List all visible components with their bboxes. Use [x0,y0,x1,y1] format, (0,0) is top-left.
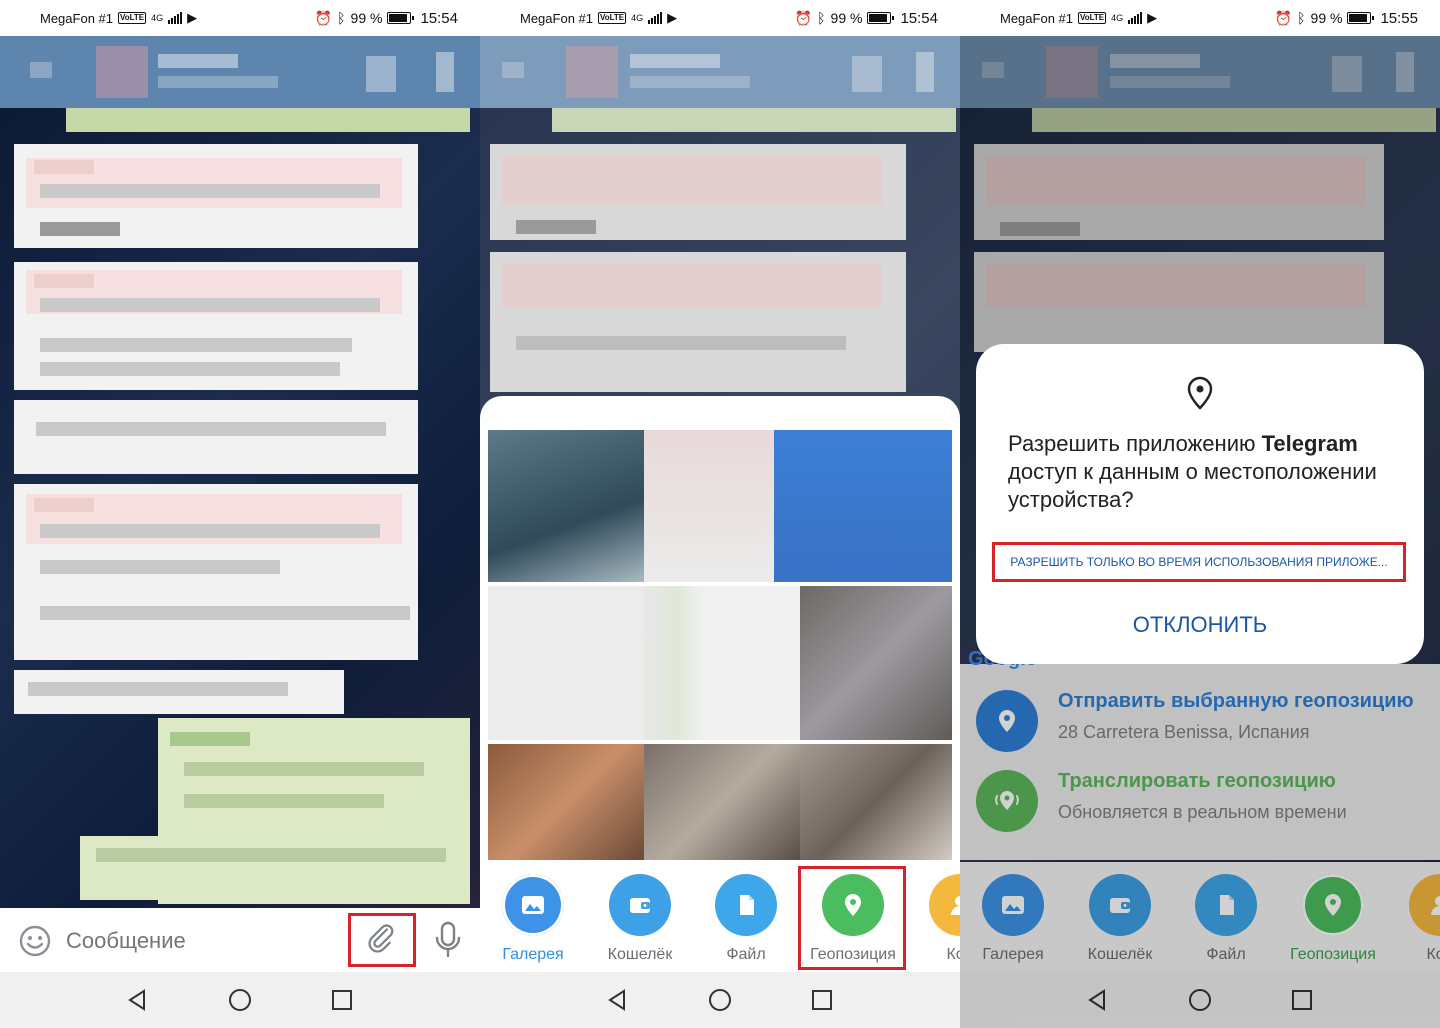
battery-percent: 99 % [350,10,383,26]
gallery-thumbnail[interactable] [774,430,952,582]
attach-gallery-button[interactable]: Галерея [483,874,583,964]
gallery-thumbnail[interactable] [800,586,952,740]
chat-screen-panel: MegaFon #1 VoLTE 4G ▶ ⏰ ᛒ 99 % 15:54 [0,0,480,1028]
status-bar: MegaFon #1 VoLTE 4G ▶ ⏰ ᛒ 99 % 15:54 [0,0,480,36]
gallery-thumbnail[interactable] [644,586,800,740]
home-nav-icon[interactable] [708,988,732,1012]
volte-badge: VoLTE [118,12,147,24]
network-type: 4G [631,13,644,23]
attach-contact-button[interactable]: Кон [910,874,960,964]
location-permission-panel: MegaFon #1 VoLTE 4G ▶ ⏰ ᛒ 99 % 15:55 Goo… [960,0,1440,1028]
bluetooth-icon: ᛒ [1297,10,1306,26]
message-bubble [490,144,906,240]
recents-nav-icon[interactable] [811,989,833,1011]
bluetooth-icon: ᛒ [817,10,826,26]
clock: 15:54 [900,9,938,27]
wallet-icon [609,874,671,936]
allow-while-using-button[interactable]: РАЗРЕШИТЬ ТОЛЬКО ВО ВРЕМЯ ИСПОЛЬЗОВАНИЯ … [992,542,1406,582]
chat-header-blurred [480,36,960,108]
location-pin-icon [1187,376,1213,410]
home-nav-icon[interactable] [228,988,252,1012]
file-icon [715,874,777,936]
battery-percent: 99 % [1310,10,1343,26]
attach-label: Кошелёк [607,946,673,963]
pinned-message-bar [552,108,956,132]
message-bubble[interactable] [14,144,418,248]
message-bubble [490,252,906,392]
gallery-thumbnail[interactable] [800,744,952,860]
dialog-title-suffix: доступ к данным о местоположении устройс… [1008,459,1377,512]
signal-icon [648,12,663,24]
signal-icon [168,12,183,24]
attach-label: Кон [946,946,960,963]
paperclip-icon [368,924,394,953]
bluetooth-icon: ᛒ [337,10,346,26]
carrier-label: MegaFon #1 [40,10,113,26]
attach-sheet-panel: MegaFon #1 VoLTE 4G ▶ ⏰ ᛒ 99 % 15:54 Гал… [480,0,960,1028]
battery-icon [867,12,895,24]
battery-icon [1347,12,1375,24]
network-type: 4G [1111,13,1124,23]
gallery-thumbnail[interactable] [644,430,774,582]
signal-icon [1128,12,1143,24]
outgoing-message-bubble[interactable] [80,836,470,900]
back-nav-icon[interactable] [126,988,150,1012]
message-bubble[interactable] [14,670,344,714]
dialog-title-prefix: Разрешить приложению [1008,431,1262,456]
message-bubble[interactable] [14,484,418,660]
status-bar: MegaFon #1 VoLTE 4G ▶ ⏰ ᛒ 99 % 15:55 [960,0,1440,36]
clock: 15:54 [420,9,458,27]
pinned-message-bar[interactable] [66,108,470,132]
microphone-icon[interactable] [432,920,464,960]
attach-label: Файл [726,946,766,963]
network-type: 4G [151,13,164,23]
chat-header-blurred[interactable] [0,36,480,108]
back-nav-icon[interactable] [606,988,630,1012]
gallery-thumbnail[interactable] [644,744,800,860]
volte-badge: VoLTE [598,12,627,24]
attach-button[interactable] [348,913,416,967]
system-nav-bar [480,972,960,1028]
message-bubble[interactable] [14,262,418,390]
contact-icon [929,874,960,936]
message-input[interactable] [66,926,316,956]
dialog-app-name: Telegram [1261,431,1358,456]
volte-badge: VoLTE [1078,12,1107,24]
play-icon: ▶ [1147,10,1158,25]
attach-wallet-button[interactable]: Кошелёк [590,874,690,964]
carrier-label: MegaFon #1 [1000,10,1073,26]
deny-button[interactable]: ОТКЛОНИТЬ [976,612,1424,638]
message-bubble[interactable] [14,400,418,474]
recents-nav-icon[interactable] [331,989,353,1011]
attach-file-button[interactable]: Файл [696,874,796,964]
gallery-thumbnail[interactable] [488,430,644,582]
emoji-icon[interactable] [18,924,52,958]
alarm-icon: ⏰ [1274,9,1293,26]
carrier-label: MegaFon #1 [520,10,593,26]
attach-label: Галерея [502,946,564,963]
clock: 15:55 [1380,9,1418,27]
play-icon: ▶ [667,10,678,25]
alarm-icon: ⏰ [794,9,813,26]
gallery-thumbnail[interactable] [488,744,644,860]
system-nav-bar [0,972,480,1028]
battery-icon [387,12,415,24]
location-permission-dialog: Разрешить приложению Telegram доступ к д… [976,344,1424,664]
location-highlight-box [798,866,906,970]
status-bar: MegaFon #1 VoLTE 4G ▶ ⏰ ᛒ 99 % 15:54 [480,0,960,36]
dialog-title: Разрешить приложению Telegram доступ к д… [1008,430,1400,514]
play-icon: ▶ [187,10,198,25]
gallery-icon [502,874,564,936]
alarm-icon: ⏰ [314,9,333,26]
gallery-thumbnail[interactable] [488,586,644,740]
battery-percent: 99 % [830,10,863,26]
